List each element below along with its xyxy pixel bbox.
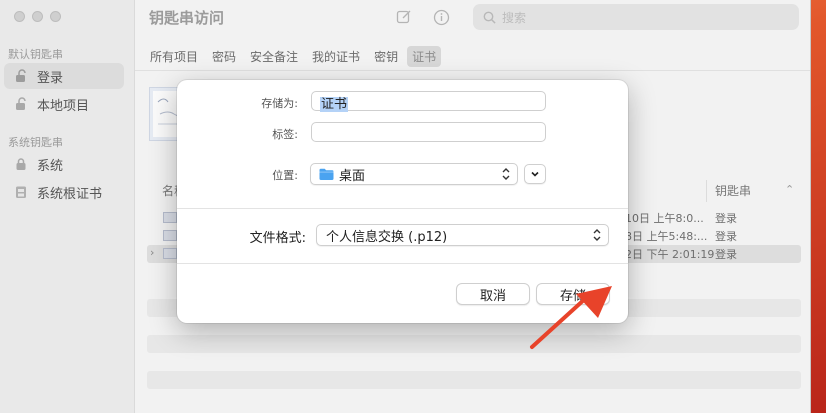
sidebar-item-system-roots[interactable]: 系统根证书: [4, 179, 124, 205]
toolbar-divider: [135, 70, 810, 71]
sidebar-item-label: 系统根证书: [37, 186, 103, 202]
tags-field[interactable]: [311, 122, 546, 142]
certificate-icon: [163, 230, 177, 241]
window-title: 钥匙串访问: [149, 9, 225, 27]
annotation-arrow-icon: [530, 286, 612, 349]
up-down-chevron-icon: [592, 228, 602, 246]
new-item-icon[interactable]: [395, 8, 413, 26]
search-placeholder: 搜索: [502, 10, 527, 25]
format-label: 文件格式:: [249, 231, 306, 246]
empty-row: [147, 335, 801, 353]
cancel-button[interactable]: 取消: [456, 283, 530, 305]
disclosure-chevron-icon[interactable]: ›: [150, 246, 154, 259]
sidebar-item-login[interactable]: 登录: [4, 63, 124, 89]
search-field[interactable]: 搜索: [473, 4, 799, 30]
search-icon: [483, 11, 496, 24]
unlocked-lock-icon: [13, 68, 29, 84]
dialog-divider: [177, 263, 628, 264]
sidebar-item-label: 登录: [37, 70, 64, 86]
expand-dialog-button[interactable]: [524, 164, 546, 184]
sidebar-section-system-keychains: 系统钥匙串: [8, 136, 63, 149]
save-as-field[interactable]: 证书: [311, 91, 546, 112]
row-date: 10日 上午8:0...: [625, 212, 704, 225]
row-date: 8日 上午5:48:...: [625, 230, 708, 243]
row-keychain: 登录: [715, 212, 737, 225]
toolbar: 钥匙串访问 搜索: [135, 0, 810, 38]
category-tabs: 所有项目 密码 安全备注 我的证书 密钥 证书: [145, 46, 442, 67]
tab-my-certificates[interactable]: 我的证书: [307, 46, 365, 67]
dialog-divider: [177, 208, 628, 209]
sidebar-section-default-keychains: 默认钥匙串: [8, 48, 63, 61]
up-down-chevron-icon: [501, 167, 511, 185]
tab-certificates[interactable]: 证书: [407, 46, 442, 67]
save-as-value: 证书: [320, 97, 349, 112]
close-window-button[interactable]: [14, 11, 25, 22]
folder-icon: [319, 168, 334, 180]
chevron-down-icon: [530, 167, 540, 182]
row-keychain: 登录: [715, 230, 737, 243]
info-icon[interactable]: [432, 8, 450, 26]
unlocked-lock-icon: [13, 96, 29, 112]
certificate-icon: [163, 248, 177, 259]
sidebar-item-label: 本地项目: [37, 98, 90, 114]
lock-icon: [13, 156, 29, 172]
sidebar: 默认钥匙串 登录 本地项目 系统钥匙串 系统 系统根证书: [0, 0, 135, 413]
column-header-keychain[interactable]: 钥匙串: [715, 182, 751, 199]
location-popup[interactable]: 桌面: [310, 163, 518, 185]
window-controls: [14, 11, 61, 22]
tab-keys[interactable]: 密钥: [369, 46, 403, 67]
sidebar-item-local-items[interactable]: 本地项目: [4, 91, 124, 117]
tab-all-items[interactable]: 所有项目: [145, 46, 203, 67]
minimize-window-button[interactable]: [32, 11, 43, 22]
tab-secure-notes[interactable]: 安全备注: [245, 46, 303, 67]
row-keychain: 登录: [715, 248, 737, 261]
location-label: 位置:: [272, 169, 298, 182]
sidebar-item-system[interactable]: 系统: [4, 151, 124, 177]
cabinet-icon: [13, 184, 29, 200]
empty-row: [147, 371, 801, 389]
location-value: 桌面: [339, 168, 366, 184]
tags-label: 标签:: [272, 128, 298, 141]
tab-passwords[interactable]: 密码: [207, 46, 241, 67]
column-separator: [706, 180, 707, 202]
row-date: 2日 下午 2:01:19: [625, 248, 715, 261]
format-popup[interactable]: 个人信息交换 (.p12): [316, 224, 609, 246]
certificate-icon: [163, 212, 177, 223]
sort-chevron-up-icon[interactable]: ⌃: [785, 183, 794, 196]
format-value: 个人信息交换 (.p12): [326, 229, 448, 245]
save-as-label: 存储为:: [261, 97, 298, 110]
sidebar-item-label: 系统: [37, 158, 64, 174]
zoom-window-button[interactable]: [50, 11, 61, 22]
